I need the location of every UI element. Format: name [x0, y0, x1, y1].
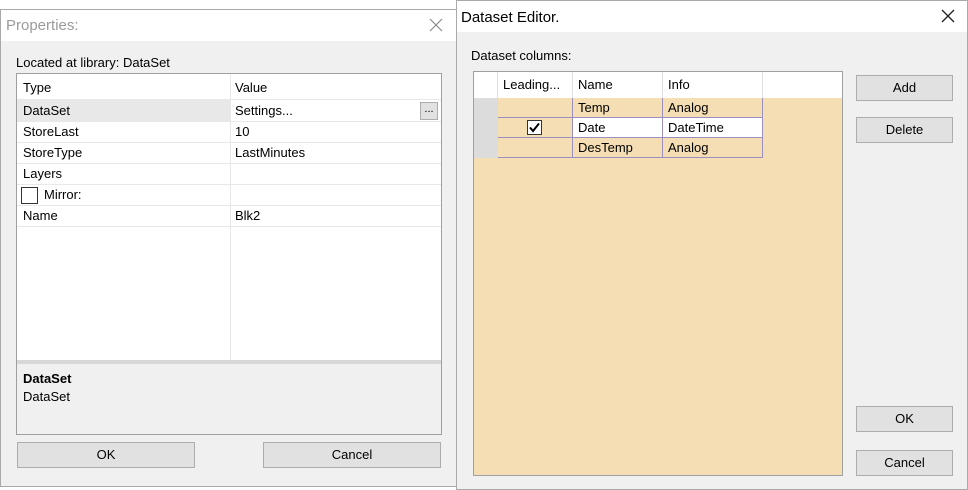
library-label: Located at library: DataSet	[16, 55, 170, 70]
close-icon[interactable]	[938, 6, 958, 26]
properties-dialog: Properties: Located at library: DataSet …	[0, 9, 457, 487]
description-text: DataSet	[23, 389, 70, 404]
property-name-layers[interactable]: Layers	[17, 163, 230, 184]
ellipsis-button[interactable]: ...	[420, 102, 438, 120]
leading-checkbox[interactable]	[527, 120, 542, 135]
properties-title: Properties:	[6, 17, 79, 34]
add-button[interactable]: Add	[856, 75, 953, 101]
property-name-name[interactable]: Name	[17, 205, 230, 226]
row-selector[interactable]	[474, 138, 498, 158]
property-value-name[interactable]: Blk2	[230, 205, 441, 226]
editor-title: Dataset Editor.	[461, 9, 560, 26]
grid-header: Leading... Name Info	[474, 72, 842, 98]
description-title: DataSet	[23, 371, 72, 386]
row-selector-header	[474, 72, 498, 98]
name-cell[interactable]: DesTemp	[573, 138, 663, 158]
check-icon	[529, 122, 540, 133]
cancel-button[interactable]: Cancel	[263, 442, 441, 468]
property-name-storetype[interactable]: StoreType	[17, 142, 230, 163]
name-column-header[interactable]: Name	[573, 72, 663, 98]
info-column-header[interactable]: Info	[663, 72, 763, 98]
properties-titlebar: Properties:	[1, 10, 456, 41]
info-cell[interactable]: Analog	[663, 138, 763, 158]
cancel-button[interactable]: Cancel	[856, 450, 953, 476]
grid-divider	[17, 226, 441, 227]
description-panel: DataSet DataSet	[17, 364, 441, 434]
row-selector[interactable]	[474, 98, 498, 118]
value-column-header: Value	[235, 80, 268, 95]
mirror-checkbox[interactable]	[21, 187, 38, 204]
type-column-header: Type	[23, 80, 52, 95]
property-name-storelast[interactable]: StoreLast	[17, 121, 230, 142]
name-cell[interactable]: Temp	[573, 98, 663, 118]
property-value-storetype[interactable]: LastMinutes	[230, 142, 441, 163]
property-value-storelast[interactable]: 10	[230, 121, 441, 142]
property-name-dataset[interactable]: DataSet	[17, 100, 230, 121]
row-selector[interactable]	[474, 118, 498, 138]
close-icon[interactable]	[426, 15, 446, 35]
dataset-editor-dialog: Dataset Editor. Dataset columns: Leading…	[456, 0, 968, 490]
editor-titlebar: Dataset Editor.	[457, 1, 967, 32]
leading-cell[interactable]	[498, 98, 573, 118]
ok-button[interactable]: OK	[856, 406, 953, 432]
ok-button[interactable]: OK	[17, 442, 195, 468]
info-cell[interactable]: DateTime	[663, 118, 763, 138]
property-value-dataset[interactable]: Settings...	[230, 100, 441, 121]
leading-column-header[interactable]: Leading...	[498, 72, 573, 98]
delete-button[interactable]: Delete	[856, 117, 953, 143]
grid-column-divider	[230, 74, 231, 360]
info-cell[interactable]: Analog	[663, 98, 763, 118]
leading-cell[interactable]	[498, 138, 573, 158]
property-value-layers[interactable]	[230, 163, 441, 184]
dataset-columns-grid: Leading... Name Info Temp Analog Date Da…	[473, 71, 843, 476]
property-name-mirror[interactable]: Mirror:	[44, 184, 82, 205]
property-grid: Type Value DataSet Settings... ... Store…	[16, 73, 442, 435]
name-cell[interactable]: Date	[573, 118, 663, 138]
dataset-columns-label: Dataset columns:	[471, 48, 572, 63]
